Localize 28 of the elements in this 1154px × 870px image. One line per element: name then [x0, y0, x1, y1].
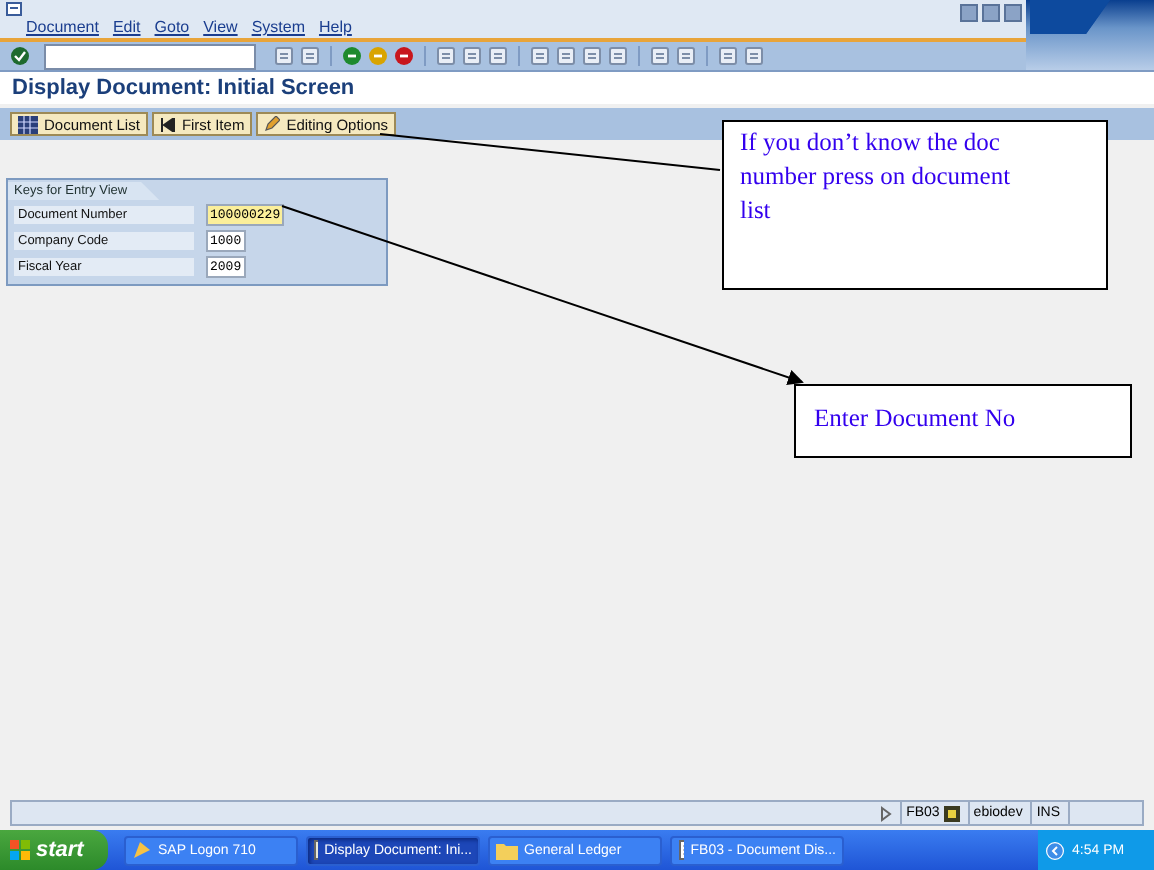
- expand-icon[interactable]: [880, 805, 893, 821]
- screen-title: Display Document: Initial Screen: [0, 72, 1154, 104]
- first-item-icon: [159, 117, 176, 131]
- callout-box: If you don’t know the doc number press on document list: [722, 120, 1108, 290]
- close-button[interactable]: [1004, 4, 1022, 22]
- tray-arrow-icon[interactable]: [1046, 841, 1064, 859]
- windows-logo-icon: [10, 840, 30, 860]
- command-field[interactable]: [44, 43, 256, 69]
- menu-item[interactable]: Goto: [154, 18, 190, 36]
- server-icon[interactable]: [943, 805, 960, 821]
- cancel-icon[interactable]: [394, 46, 414, 66]
- start-button[interactable]: start: [0, 830, 108, 870]
- logo-icon: [1030, 0, 1110, 34]
- menu-item[interactable]: Help: [318, 18, 352, 36]
- enter-icon[interactable]: [10, 46, 30, 66]
- folder-icon: [496, 841, 518, 859]
- callout-box: Enter Document No: [794, 384, 1132, 458]
- pencil-icon: [264, 116, 281, 132]
- maximize-button[interactable]: [982, 4, 1000, 22]
- menu-item[interactable]: Document: [26, 18, 99, 36]
- menu-item[interactable]: View: [203, 18, 238, 36]
- minimize-button[interactable]: [960, 4, 978, 22]
- menu-item[interactable]: Edit: [112, 18, 141, 36]
- table-icon: [18, 115, 38, 133]
- menu-item[interactable]: System: [251, 18, 305, 36]
- back-nav-icon[interactable]: [342, 46, 362, 66]
- sap-logon-icon: [132, 840, 152, 860]
- system-menu-icon[interactable]: [6, 2, 22, 16]
